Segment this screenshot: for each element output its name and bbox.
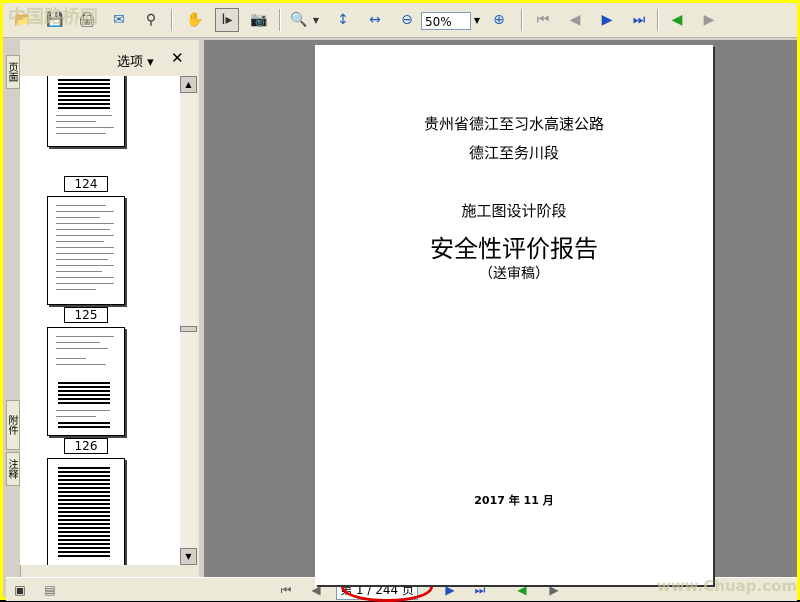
thumbnail-table bbox=[58, 382, 110, 404]
toolbar-separator bbox=[279, 9, 281, 31]
thumbnail-page-label: 125 bbox=[64, 307, 108, 323]
forward-view-icon[interactable]: ▶ bbox=[697, 8, 721, 32]
page-thumbnail[interactable] bbox=[47, 76, 125, 147]
thumbnail-line bbox=[56, 259, 108, 260]
thumbnail-line bbox=[56, 289, 96, 290]
scroll-up-icon[interactable]: ▲ bbox=[180, 76, 197, 93]
thumbnail-table bbox=[58, 422, 110, 428]
email-icon[interactable]: ✉ bbox=[107, 8, 131, 32]
thumbnail-line bbox=[56, 253, 114, 254]
zoom-out-icon[interactable]: ⊖ bbox=[395, 8, 419, 32]
thumbnail-line bbox=[56, 121, 96, 122]
thumbnail-line bbox=[56, 235, 114, 236]
thumbnail-line bbox=[56, 133, 106, 134]
thumbnail-line bbox=[56, 410, 110, 411]
close-panel-icon[interactable]: ✕ bbox=[171, 49, 184, 67]
doc-subtitle: （送审稿） bbox=[479, 266, 549, 282]
watermark-top-left: 中国路桥网 bbox=[8, 7, 98, 28]
thumbnail-line bbox=[56, 229, 110, 230]
zoom-level-field[interactable]: 50% bbox=[421, 12, 471, 30]
page-thumbnail[interactable] bbox=[47, 327, 125, 436]
snapshot-camera-icon[interactable]: 📷 bbox=[247, 8, 271, 32]
thumbnail-line bbox=[56, 342, 100, 343]
thumbnail-line bbox=[56, 283, 114, 284]
doc-title: 安全性评价报告 bbox=[430, 235, 598, 263]
toolbar: 📂 💾 🖨 ✉ ⚲ ✋ I▸ 📷 🔍 ▼ ↕ ↔ ⊖ 50% ▼ ⊕ ⏮ ◀ ▶… bbox=[3, 3, 797, 38]
thumbnail-line bbox=[56, 241, 104, 242]
single-page-view-icon[interactable]: ▣ bbox=[12, 582, 28, 598]
fit-height-icon[interactable]: ↕ bbox=[331, 8, 355, 32]
thumbnail-table bbox=[58, 79, 110, 109]
thumbnail-line bbox=[56, 358, 86, 359]
thumbnail-line bbox=[56, 265, 114, 266]
zoom-in-icon[interactable]: ⊕ bbox=[487, 8, 511, 32]
scroll-thumb[interactable] bbox=[180, 326, 197, 332]
thumbnail-line bbox=[56, 277, 114, 278]
toolbar-separator bbox=[171, 9, 173, 31]
continuous-view-icon[interactable]: ▤ bbox=[42, 582, 58, 598]
thumbnail-line bbox=[56, 115, 112, 116]
thumbnail-line bbox=[56, 364, 106, 365]
previous-page-icon[interactable]: ◀ bbox=[563, 8, 587, 32]
thumbnail-line bbox=[56, 127, 114, 128]
thumbnail-line bbox=[56, 271, 102, 272]
thumbnail-line bbox=[56, 211, 114, 212]
thumbnail-line bbox=[56, 416, 96, 417]
thumbnail-scrollbar[interactable]: ▲ ▼ bbox=[180, 76, 197, 565]
next-page-icon[interactable]: ▶ bbox=[595, 8, 619, 32]
side-tab-strip: 页面 附件 注释 bbox=[6, 40, 21, 577]
options-menu[interactable]: 选项 ▾ bbox=[117, 51, 154, 70]
thumbnail-page-label: 124 bbox=[64, 176, 108, 192]
thumbnail-line bbox=[56, 348, 108, 349]
page-thumbnail[interactable] bbox=[47, 458, 125, 565]
zoom-tool-dropdown-icon[interactable]: ▼ bbox=[309, 8, 323, 32]
thumbnail-line bbox=[56, 205, 106, 206]
thumbnail-list: 124 125 126 bbox=[20, 76, 180, 565]
select-text-tool-icon[interactable]: I▸ bbox=[215, 8, 239, 32]
watermark-bottom-right: www.Chuap.com bbox=[657, 577, 798, 595]
last-page-icon[interactable]: ⏭ bbox=[627, 8, 651, 32]
thumbnail-page-label: 126 bbox=[64, 438, 108, 454]
tab-attachments[interactable]: 附件 bbox=[6, 400, 20, 450]
thumbnail-line bbox=[56, 223, 114, 224]
thumbnail-line bbox=[56, 336, 114, 337]
find-binoculars-icon[interactable]: ⚲ bbox=[139, 8, 163, 32]
app-window: 📂 💾 🖨 ✉ ⚲ ✋ I▸ 📷 🔍 ▼ ↕ ↔ ⊖ 50% ▼ ⊕ ⏮ ◀ ▶… bbox=[0, 0, 800, 602]
fit-width-icon[interactable]: ↔ bbox=[363, 8, 387, 32]
doc-section-line: 德江至务川段 bbox=[468, 144, 559, 162]
doc-project-line: 贵州省德江至习水高速公路 bbox=[423, 115, 604, 133]
tab-comments[interactable]: 注释 bbox=[6, 452, 20, 486]
back-view-icon[interactable]: ◀ bbox=[665, 8, 689, 32]
doc-stage-line: 施工图设计阶段 bbox=[461, 202, 567, 220]
thumbnail-table bbox=[58, 467, 110, 557]
tab-pages[interactable]: 页面 bbox=[6, 55, 20, 89]
document-page: 贵州省德江至习水高速公路 德江至务川段 施工图设计阶段 安全性评价报告 （送审稿… bbox=[315, 45, 713, 585]
thumbnail-line bbox=[56, 217, 100, 218]
zoom-dropdown-icon[interactable]: ▼ bbox=[471, 12, 483, 30]
thumbnail-line bbox=[56, 247, 114, 248]
first-page-icon[interactable]: ⏮ bbox=[531, 8, 555, 32]
page-thumbnail[interactable] bbox=[47, 196, 125, 305]
doc-date: 2017 年 11 月 bbox=[474, 494, 554, 507]
toolbar-separator bbox=[521, 9, 523, 31]
toolbar-separator bbox=[657, 9, 659, 31]
scroll-down-icon[interactable]: ▼ bbox=[180, 548, 197, 565]
first-page-icon[interactable]: ⏮ bbox=[278, 582, 294, 598]
hand-tool-icon[interactable]: ✋ bbox=[183, 8, 207, 32]
zoom-in-tool-icon[interactable]: 🔍 bbox=[287, 8, 311, 32]
